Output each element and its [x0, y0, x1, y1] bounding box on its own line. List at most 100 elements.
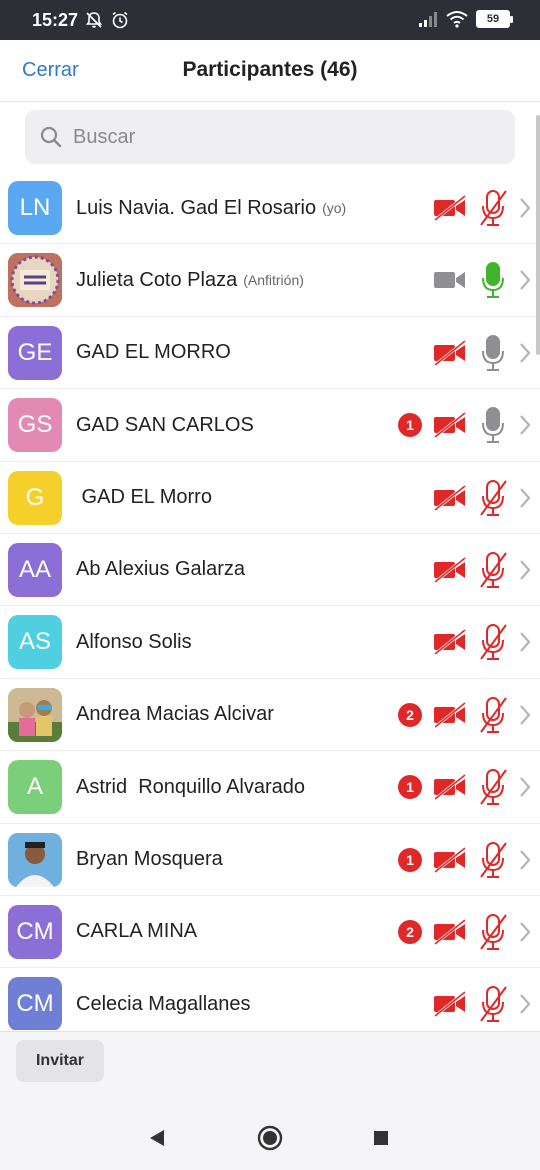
home-icon[interactable]: [255, 1123, 285, 1153]
avatar: AA: [8, 542, 62, 597]
participant-name-wrap: Andrea Macias Alcivar: [76, 679, 274, 751]
participant-name: Julieta Coto Plaza: [76, 268, 238, 291]
participant-name: GAD EL Morro: [76, 486, 212, 509]
photo-man-avatar-image: [8, 832, 62, 887]
avatar: CM: [8, 977, 62, 1030]
participant-row[interactable]: Julieta Coto Plaza (Anfitrión): [0, 244, 540, 317]
video-off-icon: [434, 846, 466, 873]
video-off-icon: [434, 194, 466, 222]
status-icons-left: [84, 10, 130, 30]
participant-row[interactable]: A Astrid Ronquillo Alvarado 1: [0, 751, 540, 824]
participant-name-wrap: Julieta Coto Plaza (Anfitrión): [76, 244, 304, 316]
avatar-initials: A: [26, 773, 43, 801]
avatar: A: [8, 760, 62, 815]
chevron-right-icon: [520, 922, 531, 942]
participant-name: Luis Navia. Gad El Rosario: [76, 196, 317, 219]
mic-muted-icon: [480, 696, 507, 733]
invite-button[interactable]: Invitar: [16, 1040, 104, 1082]
participant-name-wrap: Ab Alexius Galarza: [76, 534, 245, 606]
avatar-initials: CM: [16, 990, 54, 1018]
participant-role: (Anfitrión): [243, 272, 304, 289]
participant-row[interactable]: LN Luis Navia. Gad El Rosario (yo): [0, 172, 540, 245]
participant-row[interactable]: CM Celecia Magallanes: [0, 968, 540, 1030]
participant-list[interactable]: LN Luis Navia. Gad El Rosario (yo) Julieta …: [0, 172, 540, 1030]
status-bar: 15:27 59: [0, 0, 540, 40]
avatar-initials: AS: [18, 628, 51, 656]
search-icon: [40, 126, 62, 148]
chat-count-badge: 1: [398, 775, 422, 800]
chat-count-badge: 1: [398, 847, 422, 872]
participant-row[interactable]: AS Alfonso Solis: [0, 606, 540, 679]
mic-icon: [482, 407, 504, 444]
avatar: G: [8, 470, 62, 525]
participant-row[interactable]: GS GAD SAN CARLOS 1: [0, 389, 540, 462]
participant-name: GAD EL MORRO: [76, 341, 231, 364]
notifications-off-icon: [85, 12, 103, 28]
chevron-right-icon: [520, 777, 531, 797]
battery-level: 59: [486, 13, 500, 25]
mic-muted-icon: [480, 986, 507, 1023]
participant-row[interactable]: CM CARLA MINA 2: [0, 896, 540, 969]
avatar: LN: [8, 181, 62, 235]
search-input[interactable]: [73, 110, 493, 164]
avatar-initials: CM: [16, 917, 54, 945]
participant-name-wrap: GAD EL MORRO: [76, 317, 231, 389]
participant-row[interactable]: Bryan Mosquera 1: [0, 824, 540, 896]
avatar-initials: G: [25, 483, 45, 511]
mic-muted-icon: [480, 551, 507, 588]
alarm-icon: [112, 11, 128, 29]
recents-icon[interactable]: [366, 1123, 396, 1153]
video-off-icon: [434, 629, 466, 656]
back-icon[interactable]: [142, 1123, 172, 1153]
chevron-right-icon: [520, 994, 531, 1015]
participant-name-wrap: Celecia Magallanes: [76, 968, 251, 1030]
avatar: [8, 253, 62, 308]
participant-name: Astrid Ronquillo Alvarado: [76, 775, 306, 798]
scrollbar[interactable]: [536, 115, 540, 355]
photo-people-avatar-image: [8, 687, 62, 742]
battery-icon: 59: [476, 10, 513, 28]
chevron-right-icon: [520, 415, 531, 435]
chevron-right-icon: [520, 560, 531, 580]
participant-row[interactable]: Andrea Macias Alcivar 2: [0, 679, 540, 752]
participant-name: CARLA MINA: [76, 920, 198, 943]
avatar-initials: GS: [17, 411, 53, 439]
avatar: [8, 832, 62, 887]
participant-row[interactable]: G GAD EL Morro: [0, 462, 540, 534]
video-off-icon: [434, 412, 466, 439]
mic-muted-icon: [480, 913, 507, 950]
mic-muted-icon: [480, 841, 507, 878]
participant-row[interactable]: AA Ab Alexius Galarza: [0, 534, 540, 607]
participant-name-wrap: Alfonso Solis: [76, 606, 192, 678]
avatar: AS: [8, 615, 62, 670]
chevron-right-icon: [520, 705, 531, 725]
video-off-icon: [434, 991, 466, 1018]
participant-name-wrap: Astrid Ronquillo Alvarado: [76, 751, 305, 823]
avatar: CM: [8, 904, 62, 959]
page-title: Participantes (46): [182, 58, 358, 81]
participant-name: Ab Alexius Galarza: [76, 558, 245, 581]
avatar: [8, 687, 62, 742]
wifi-icon: [446, 11, 468, 28]
participant-name: GAD SAN CARLOS: [76, 413, 254, 436]
footer: Invitar: [0, 1031, 540, 1107]
avatar-initials: GE: [17, 338, 53, 366]
mic-muted-icon: [480, 769, 507, 806]
search-box[interactable]: [25, 110, 515, 164]
mic-icon: [482, 334, 504, 371]
avatar: GE: [8, 325, 62, 380]
avatar-initials: AA: [18, 555, 51, 583]
chat-count-badge: 1: [398, 413, 422, 438]
chevron-right-icon: [520, 270, 531, 291]
video-off-icon: [434, 556, 466, 584]
mic-muted-icon: [480, 624, 507, 661]
chevron-right-icon: [520, 849, 531, 870]
chevron-right-icon: [520, 343, 531, 363]
status-icons-right: 59: [418, 10, 513, 28]
avatar-initials: LN: [19, 194, 51, 221]
chevron-right-icon: [520, 487, 531, 508]
participant-name: Alfonso Solis: [76, 630, 192, 653]
photo-be-happy-avatar-image: [8, 253, 62, 308]
avatar: GS: [8, 398, 62, 453]
participant-row[interactable]: GE GAD EL MORRO: [0, 317, 540, 390]
